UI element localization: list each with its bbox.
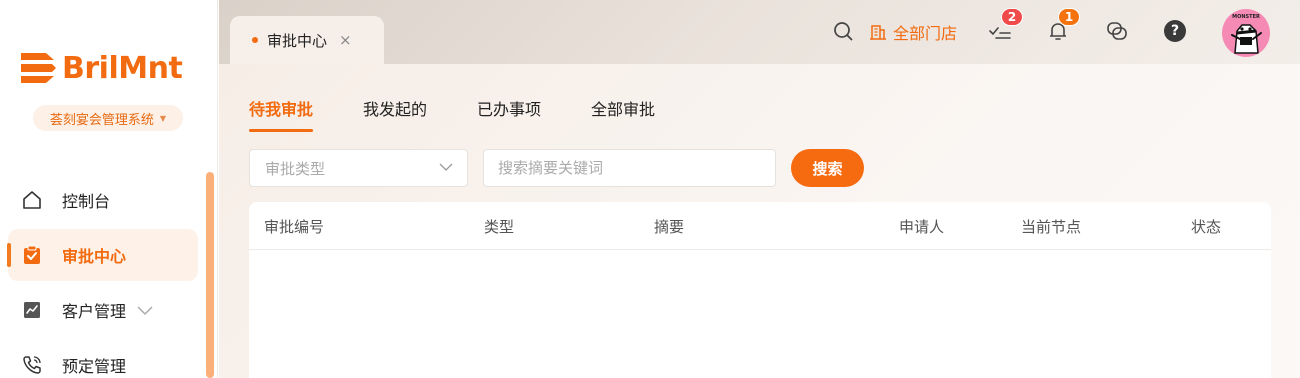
sidebar-item-label: 控制台 xyxy=(62,192,111,211)
notifications-button[interactable]: 1 xyxy=(1043,8,1080,46)
approval-type-select[interactable]: 审批类型 xyxy=(249,149,468,187)
search-icon[interactable] xyxy=(828,16,858,46)
sidebar-item-label: 预定管理 xyxy=(62,357,127,376)
sidebar-scrollbar[interactable] xyxy=(206,172,214,378)
main-area: 审批中心 × 全部门店 2 1 ? MONSTER 待我审批 我发起的 已办事项… xyxy=(219,0,1300,378)
tab-approval-center[interactable]: 审批中心 × xyxy=(230,16,384,64)
system-switcher[interactable]: 荟刻宴会管理系统 ▼ xyxy=(33,105,183,131)
brand-logo[interactable]: BrilMnt xyxy=(18,48,183,88)
sidebar-item-label: 审批中心 xyxy=(62,247,127,266)
active-indicator xyxy=(7,243,11,267)
sidebar: BrilMnt 荟刻宴会管理系统 ▼ 控制台 审批中心 客户管理 预定管理 xyxy=(0,0,218,378)
brand-logo-icon xyxy=(21,53,56,83)
store-selector-label: 全部门店 xyxy=(893,24,958,43)
help-button[interactable]: ? xyxy=(1160,16,1190,46)
column-header-current-node: 当前节点 xyxy=(1021,218,1082,236)
tasks-button[interactable]: 2 xyxy=(986,8,1023,46)
close-icon[interactable]: × xyxy=(339,31,352,49)
active-dot xyxy=(252,37,258,43)
chevron-down-icon xyxy=(439,163,453,171)
building-icon xyxy=(870,25,886,40)
avatar[interactable]: MONSTER xyxy=(1222,9,1270,57)
question-icon: ? xyxy=(1164,20,1186,42)
keyword-search-input[interactable] xyxy=(483,149,776,187)
sidebar-item-approval-center[interactable]: 审批中心 xyxy=(7,229,198,281)
table-header: 审批编号 类型 摘要 申请人 当前节点 状态 xyxy=(249,202,1271,250)
column-header-approval-no: 审批编号 xyxy=(264,218,325,236)
approval-type-placeholder: 审批类型 xyxy=(265,159,326,178)
home-icon xyxy=(20,188,44,212)
tab-initiated-by-me[interactable]: 我发起的 xyxy=(363,96,427,132)
column-header-type: 类型 xyxy=(484,218,515,236)
sidebar-item-dashboard[interactable]: 控制台 xyxy=(8,174,198,226)
notifications-badge: 1 xyxy=(1058,8,1080,26)
phone-icon xyxy=(20,353,44,377)
store-selector[interactable]: 全部门店 xyxy=(869,19,957,45)
column-header-status: 状态 xyxy=(1191,218,1222,236)
tab-label: 审批中心 xyxy=(267,31,328,50)
approval-tabs: 待我审批 我发起的 已办事项 全部审批 xyxy=(249,96,705,132)
approval-table: 审批编号 类型 摘要 申请人 当前节点 状态 xyxy=(249,202,1271,378)
system-name: 荟刻宴会管理系统 xyxy=(49,112,154,128)
clipboard-check-icon xyxy=(20,243,44,267)
chart-icon xyxy=(20,298,44,322)
sidebar-item-customer-management[interactable]: 客户管理 xyxy=(8,284,198,336)
column-header-applicant: 申请人 xyxy=(899,218,945,236)
tab-all-approvals[interactable]: 全部审批 xyxy=(591,96,655,132)
sidebar-item-label: 客户管理 xyxy=(62,302,127,321)
content-panel: 待我审批 我发起的 已办事项 全部审批 审批类型 搜索 审批编号 类型 摘要 申… xyxy=(219,64,1300,378)
brand-logo-text: BrilMnt xyxy=(62,50,183,86)
search-button[interactable]: 搜索 xyxy=(791,149,864,187)
avatar-text: MONSTER xyxy=(1232,14,1260,20)
chat-icon[interactable] xyxy=(1102,16,1132,46)
chevron-down-icon[interactable] xyxy=(136,304,154,316)
sidebar-item-reservation-management[interactable]: 预定管理 xyxy=(8,339,198,378)
column-header-summary: 摘要 xyxy=(654,218,685,236)
tab-pending-my-approval[interactable]: 待我审批 xyxy=(249,96,314,132)
tab-bar: 审批中心 × 全部门店 2 1 ? MONSTER xyxy=(219,0,1300,64)
tasks-badge: 2 xyxy=(1001,8,1023,26)
tab-handled-items[interactable]: 已办事项 xyxy=(477,96,541,132)
caret-down-icon: ▼ xyxy=(159,113,167,123)
